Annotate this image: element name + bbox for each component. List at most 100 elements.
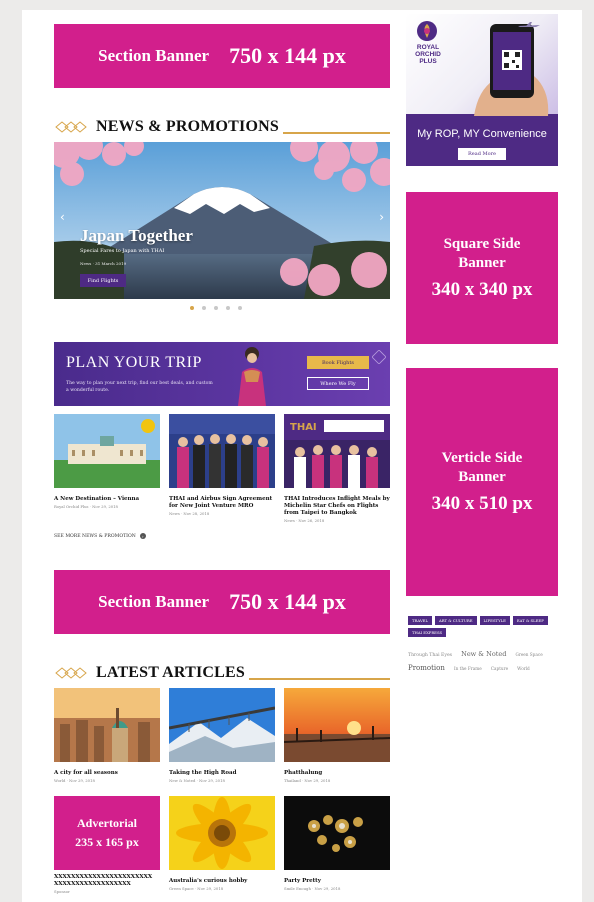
slider-dots xyxy=(190,306,242,310)
section-banner-top[interactable]: Section Banner 750 x 144 px xyxy=(54,24,390,88)
where-we-fly-button[interactable]: Where We Fly xyxy=(307,377,369,390)
side-banner-square[interactable]: Square Side Banner 340 x 340 px xyxy=(406,192,558,344)
article-card-image xyxy=(54,688,160,762)
articles-section-heading: LATEST ARTICLES xyxy=(54,664,390,682)
advertorial-label: Advertorial xyxy=(77,816,137,830)
orchid-logo-icon xyxy=(417,21,437,41)
news-section-title: NEWS & PROMOTIONS xyxy=(96,118,279,135)
news-card[interactable]: THAI THAI Introduces Inflight Meals by M… xyxy=(284,414,390,523)
slider-dot[interactable] xyxy=(202,306,206,310)
tag-cloud-item[interactable]: Through Thai Eyes xyxy=(408,653,452,658)
news-card-image xyxy=(54,414,160,488)
slider-dot[interactable] xyxy=(226,306,230,310)
side-promo-rop[interactable]: ROYAL ORCHID PLUS My ROP, MY Convenience… xyxy=(406,14,558,166)
article-card-image xyxy=(284,796,390,870)
news-card-image: THAI xyxy=(284,414,390,488)
plan-your-trip-banner: PLAN YOUR TRIP The way to plan your next… xyxy=(54,342,390,406)
plan-description: The way to plan your next trip, find our… xyxy=(66,381,213,393)
phone-in-hand-image xyxy=(474,24,549,116)
hero-slider[interactable]: ‹ › Japan Together Special Fares to Japa… xyxy=(54,142,390,299)
article-card-image xyxy=(169,796,275,870)
tag-cloud-item[interactable]: Green Space xyxy=(515,652,542,657)
article-card-image xyxy=(168,688,276,762)
tag-cloud-item[interactable]: World xyxy=(517,666,530,671)
staff-photo xyxy=(238,347,266,406)
advertorial-meta: Sponsor xyxy=(54,889,70,894)
airplane-icon xyxy=(518,22,540,27)
slider-dot[interactable] xyxy=(190,306,194,310)
banner-size: 750 x 144 px xyxy=(229,43,346,68)
tag-list: TRAVEL ART & CULTURE LIFESTYLE EAT & SLE… xyxy=(408,616,558,640)
page: Section Banner 750 x 144 px NEWS & PROMO… xyxy=(22,10,582,902)
news-card[interactable]: A New Destination – Vienna Royal Orchid … xyxy=(54,414,160,509)
see-more-label: SEE MORE NEWS & PROMOTION xyxy=(54,533,136,539)
news-card-meta: News · Nov 28, 2018 xyxy=(169,511,210,516)
banner-label: Section Banner xyxy=(98,592,210,611)
article-card-title: Taking the High Road xyxy=(169,770,237,776)
article-card-title: Australia's curious hobby xyxy=(169,878,248,884)
news-card-title: THAI Introduces Inflight Meals by Michel… xyxy=(284,496,390,516)
see-more-link[interactable]: SEE MORE NEWS & PROMOTION › xyxy=(54,533,146,539)
svg-text:THAI: THAI xyxy=(290,422,317,433)
article-card[interactable]: Party Pretty Smile Enough · Nov 29, 2018 xyxy=(284,796,390,891)
article-card[interactable]: Australia's curious hobby Green Space · … xyxy=(169,796,275,891)
side-banner-size: 340 x 510 px xyxy=(431,493,533,514)
section-banner-middle[interactable]: Section Banner 750 x 144 px xyxy=(54,570,390,634)
rop-brand-line: ROYAL xyxy=(416,44,440,51)
tag-cloud-item[interactable]: New & Noted xyxy=(461,650,506,658)
tag-cloud-item[interactable]: Promotion xyxy=(408,664,445,672)
tag-travel[interactable]: TRAVEL xyxy=(408,616,432,625)
side-banner-line: Square Side xyxy=(443,236,521,252)
article-card[interactable]: Taking the High Road New & Noted · Nov 2… xyxy=(168,688,276,783)
news-card[interactable]: THAI and Airbus Sign Agreement for New J… xyxy=(169,414,275,516)
orchid-ornament-icon xyxy=(372,350,386,364)
side-banner-line: Banner xyxy=(458,469,506,485)
advertorial-card[interactable]: Advertorial 235 x 165 px XXXXXXXXXXXXXXX… xyxy=(54,796,160,894)
chevron-left-icon[interactable]: ‹ xyxy=(60,210,65,224)
tag-cloud-item[interactable]: Capture xyxy=(491,666,508,671)
hero-title: Japan Together xyxy=(80,226,193,245)
slider-dot[interactable] xyxy=(238,306,242,310)
tag-art-culture[interactable]: ART & CULTURE xyxy=(434,616,477,625)
tag-lifestyle[interactable]: LIFESTYLE xyxy=(479,616,510,625)
rop-brand-line: ORCHID xyxy=(415,51,441,58)
hero-meta: News · 31 March 2019 xyxy=(80,261,127,266)
rop-brand-line: PLUS xyxy=(419,58,437,65)
article-card-meta: Thailand · Nov 29, 2018 xyxy=(284,778,331,783)
banner-label: Section Banner xyxy=(98,46,210,65)
rop-brand-text: ROYAL ORCHID PLUS xyxy=(410,44,446,65)
chevron-right-icon[interactable]: › xyxy=(379,210,384,224)
news-card-meta: News · Nov 26, 2018 xyxy=(284,518,325,523)
book-flights-label: Book Flights xyxy=(322,359,354,366)
find-flights-button[interactable]: Find Flights xyxy=(80,274,126,287)
article-card[interactable]: A city for all seasons World · Nov 29, 2… xyxy=(54,688,160,783)
news-card-title: A New Destination – Vienna xyxy=(54,496,140,502)
side-banner-vertical[interactable]: Verticle Side Banner 340 x 510 px xyxy=(406,368,558,596)
side-banner-line: Banner xyxy=(458,255,506,271)
articles-section-title: LATEST ARTICLES xyxy=(96,664,246,681)
tag-cloud: Through Thai Eyes New & Noted Green Spac… xyxy=(408,646,558,673)
tag-eat-sleep[interactable]: EAT & SLEEP xyxy=(512,616,548,625)
advertorial-title: XXXXXXXXXXXXXXXXXXXXXXXXXXXXXXXXXXXXXXXX… xyxy=(54,874,153,887)
read-more-button[interactable]: Read More xyxy=(458,148,506,160)
heading-rule xyxy=(249,678,390,680)
ornament-icon xyxy=(55,121,87,133)
side-banner-line: Verticle Side xyxy=(441,450,523,466)
article-card[interactable]: Phatthalung Thailand · Nov 29, 2018 xyxy=(283,688,391,783)
where-we-fly-label: Where We Fly xyxy=(320,380,356,387)
advertorial-banner[interactable]: Advertorial 235 x 165 px xyxy=(54,796,160,870)
advertorial-size: 235 x 165 px xyxy=(75,835,139,849)
news-card-image xyxy=(169,414,275,488)
arrow-right-icon: › xyxy=(139,533,146,539)
article-card-title: Phatthalung xyxy=(284,770,323,776)
article-card-meta: Green Space · Nov 29, 2018 xyxy=(169,886,224,891)
book-flights-button[interactable]: Book Flights xyxy=(307,356,369,369)
slider-dot[interactable] xyxy=(214,306,218,310)
article-card-meta: Smile Enough · Nov 29, 2018 xyxy=(284,886,341,891)
tag-cloud-item[interactable]: In the Frame xyxy=(454,666,482,671)
news-card-title: THAI and Airbus Sign Agreement for New J… xyxy=(169,496,273,509)
article-card-meta: New & Noted · Nov 29, 2018 xyxy=(169,778,225,783)
side-promo-caption: My ROP, MY Convenience xyxy=(417,128,547,140)
article-card-meta: World · Nov 29, 2018 xyxy=(54,778,95,783)
tag-thai-express[interactable]: THAI EXPRESS xyxy=(408,628,447,637)
